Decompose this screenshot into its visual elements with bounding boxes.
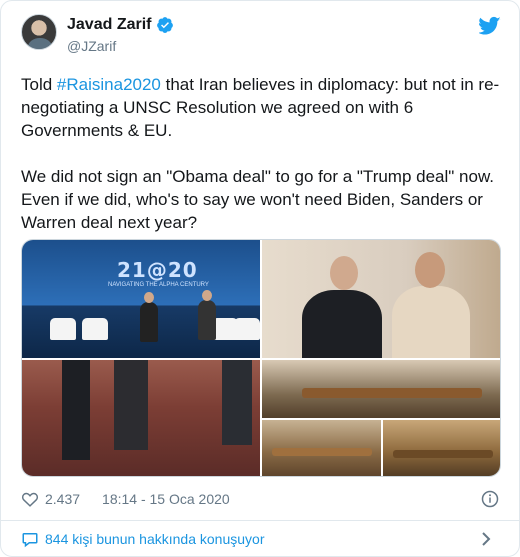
photo-panel-handshake[interactable]: [262, 240, 500, 358]
tweet-text: Told #Raisina2020 that Iran believes in …: [21, 73, 503, 234]
figure-right-head: [415, 252, 445, 288]
speaker-head: [202, 290, 212, 301]
tweet-text-rest: that Iran believes in diplomacy: but not…: [21, 75, 500, 232]
standing-figure: [114, 360, 148, 450]
info-icon[interactable]: [481, 490, 499, 508]
standing-figure: [62, 360, 90, 460]
stage-banner-text: 21@20: [117, 258, 198, 282]
tweet-meta: 2.437 18:14 - 15 Oca 2020: [21, 489, 230, 509]
speaker-head: [144, 292, 154, 303]
figure-left: [302, 290, 382, 358]
speaker-figure: [140, 302, 158, 342]
figure-left-head: [330, 256, 358, 290]
chair-shape: [82, 318, 108, 340]
figure-right: [392, 286, 470, 358]
verified-badge-icon: [157, 17, 174, 33]
divider: [1, 520, 519, 521]
tweet-card: Javad Zarif @JZarif Told #Raisina2020 th…: [0, 0, 520, 557]
hashtag-link[interactable]: #Raisina2020: [57, 75, 161, 94]
comment-bubble-icon: [22, 533, 38, 548]
conversation-count-text[interactable]: 844 kişi bunun hakkında konuşuyor: [45, 531, 264, 547]
avatar[interactable]: [21, 14, 57, 50]
photo-panel-meeting-3[interactable]: [383, 420, 500, 476]
tweet-text-start: Told: [21, 75, 57, 94]
speaker-figure: [198, 300, 216, 340]
conference-table: [393, 450, 493, 458]
media-grid: 21@20 NAVIGATING THE ALPHA CENTURY: [21, 239, 501, 477]
heart-icon[interactable]: [21, 491, 39, 507]
author-name-row[interactable]: Javad Zarif: [67, 16, 174, 34]
author-handle[interactable]: @JZarif: [67, 38, 116, 54]
photo-panel-meeting-1[interactable]: [262, 360, 500, 418]
tweet-timestamp[interactable]: 18:14 - 15 Oca 2020: [102, 491, 230, 507]
twitter-bird-icon[interactable]: [479, 16, 501, 36]
author-display-name[interactable]: Javad Zarif: [67, 16, 151, 34]
conference-table: [302, 388, 482, 398]
photo-panel-stage[interactable]: 21@20 NAVIGATING THE ALPHA CENTURY: [22, 240, 260, 358]
stage-banner-subtitle: NAVIGATING THE ALPHA CENTURY: [108, 282, 209, 288]
tweet-header: Javad Zarif @JZarif: [21, 14, 501, 62]
standing-figure: [222, 360, 252, 445]
photo-panel-meeting-2[interactable]: [262, 420, 381, 476]
chair-shape: [50, 318, 76, 340]
conference-table: [272, 448, 372, 456]
chair-shape: [234, 318, 260, 340]
chevron-right-icon[interactable]: [479, 531, 493, 547]
photo-panel-carpet[interactable]: [22, 360, 260, 476]
like-count[interactable]: 2.437: [45, 491, 80, 507]
conversation-link[interactable]: 844 kişi bunun hakkında konuşuyor: [21, 529, 501, 549]
